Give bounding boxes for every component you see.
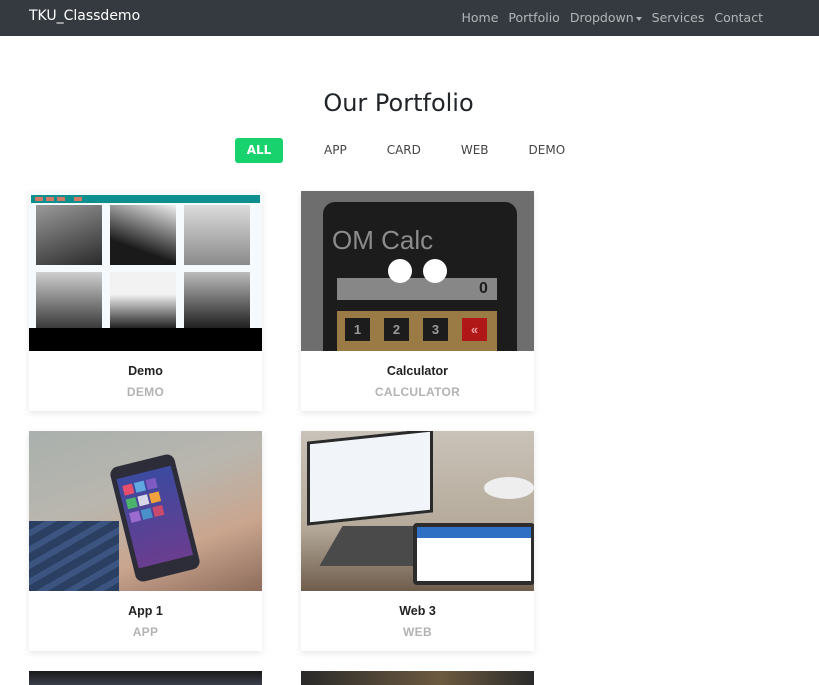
app-tile bbox=[133, 480, 147, 493]
card-title: App 1 bbox=[128, 604, 163, 618]
calculator-display-value: 0 bbox=[479, 280, 488, 297]
app-tile bbox=[129, 510, 142, 523]
filter-card[interactable]: CARD bbox=[374, 138, 434, 163]
page-title: Our Portfolio bbox=[323, 89, 474, 117]
nav-home[interactable]: Home bbox=[461, 10, 498, 25]
thumbnail-button bbox=[74, 197, 82, 201]
card-category: APP bbox=[132, 625, 159, 639]
thumbnail-button bbox=[57, 197, 65, 201]
calculator-key: 2 bbox=[384, 318, 409, 341]
portfolio-card-calculator[interactable]: OM Calc 0 1 2 3 « Calculator CALCULATOR bbox=[301, 191, 534, 411]
tablet-header bbox=[417, 527, 531, 538]
app-tile bbox=[152, 504, 165, 518]
nav-services[interactable]: Services bbox=[652, 10, 705, 25]
calculator-thumbnail: OM Calc 0 1 2 3 « bbox=[301, 191, 534, 351]
calculator-key: 1 bbox=[345, 318, 370, 341]
caret-down-icon bbox=[635, 16, 642, 21]
calculator-key: « bbox=[462, 318, 487, 341]
app-tile bbox=[145, 477, 158, 490]
portfolio-card-web-3[interactable]: Web 3 WEB bbox=[301, 431, 534, 651]
card-title: Calculator bbox=[386, 364, 449, 378]
thumbnail-footer-bar bbox=[29, 328, 262, 351]
portfolio-filters: ALL APP CARD WEB DEMO bbox=[235, 138, 578, 163]
card-title: Web 3 bbox=[399, 604, 436, 618]
filter-web[interactable]: WEB bbox=[448, 138, 502, 163]
thumbnail-button bbox=[46, 197, 54, 201]
portfolio-card-peek[interactable] bbox=[29, 671, 262, 685]
card-category: DEMO bbox=[126, 385, 165, 399]
demo-thumbnail bbox=[29, 191, 262, 351]
nav-menu: Home Portfolio Dropdown Services Contact bbox=[461, 10, 763, 25]
striped-fabric bbox=[29, 521, 119, 591]
calculator-title: OM Calc bbox=[332, 225, 434, 255]
portfolio-card-peek[interactable] bbox=[301, 671, 534, 685]
laptop-screen bbox=[307, 431, 433, 526]
nav-dropdown[interactable]: Dropdown bbox=[570, 10, 642, 25]
portfolio-card-demo[interactable]: Demo DEMO bbox=[29, 191, 262, 411]
gallery-photo bbox=[184, 205, 250, 265]
app-tile bbox=[137, 494, 150, 507]
portfolio-card-app-1[interactable]: App 1 APP bbox=[29, 431, 262, 651]
app-tile bbox=[148, 491, 162, 504]
nav-portfolio[interactable]: Portfolio bbox=[508, 10, 559, 25]
gallery-photo bbox=[36, 205, 102, 265]
tablet bbox=[413, 523, 534, 585]
gallery-photo bbox=[36, 272, 102, 328]
gallery-photo bbox=[110, 272, 176, 328]
nav-dropdown-label: Dropdown bbox=[569, 10, 634, 25]
web-thumbnail bbox=[301, 431, 534, 591]
card-category: CALCULATOR bbox=[374, 385, 461, 399]
gallery-photo bbox=[110, 205, 176, 265]
app-thumbnail bbox=[29, 431, 262, 591]
gallery-photo bbox=[184, 272, 250, 328]
app-tile bbox=[125, 497, 138, 510]
card-title: Demo bbox=[128, 364, 163, 378]
app-tile bbox=[140, 507, 153, 520]
nav-contact[interactable]: Contact bbox=[714, 10, 763, 25]
navbar-brand[interactable]: TKU_Classdemo bbox=[29, 8, 140, 24]
card-category: WEB bbox=[403, 625, 432, 639]
loading-dot-icon bbox=[423, 259, 447, 283]
filter-all[interactable]: ALL bbox=[235, 138, 283, 163]
calculator-key: 3 bbox=[423, 318, 448, 341]
mouse bbox=[484, 477, 534, 499]
loading-dot-icon bbox=[388, 259, 412, 283]
app-tile bbox=[122, 483, 135, 496]
thumbnail-button bbox=[35, 197, 43, 201]
calculator-display bbox=[337, 278, 497, 300]
filter-app[interactable]: APP bbox=[311, 138, 360, 163]
thumbnail-toolbar bbox=[31, 195, 260, 203]
filter-demo[interactable]: DEMO bbox=[516, 138, 579, 163]
navbar: TKU_Classdemo Home Portfolio Dropdown Se… bbox=[0, 0, 819, 36]
